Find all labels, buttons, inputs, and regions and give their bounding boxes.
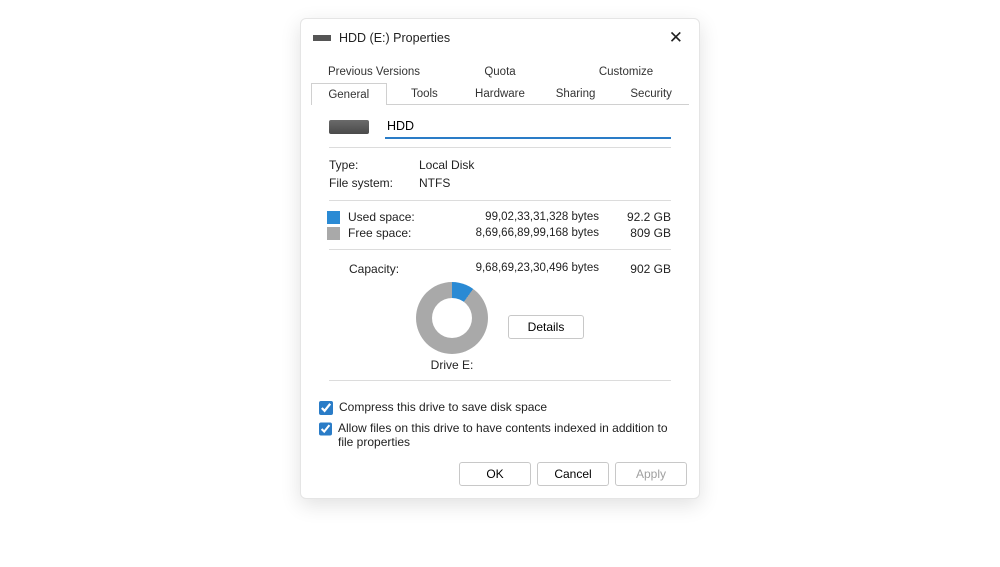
tab-customize[interactable]: Customize [563, 60, 689, 82]
tab-tools[interactable]: Tools [387, 82, 463, 104]
fs-label: File system: [329, 176, 419, 190]
tab-quota[interactable]: Quota [437, 60, 563, 82]
filesystem-row: File system: NTFS [329, 174, 671, 192]
compress-checkbox[interactable] [319, 401, 333, 415]
used-swatch-icon [327, 211, 340, 224]
capacity-label: Capacity: [329, 262, 429, 276]
type-value: Local Disk [419, 158, 671, 172]
tab-hardware[interactable]: Hardware [462, 82, 538, 104]
cancel-button[interactable]: Cancel [537, 462, 609, 486]
details-button[interactable]: Details [508, 315, 584, 339]
usage-donut-chart [416, 282, 488, 354]
free-space-row: Free space: 8,69,66,89,99,168 bytes 809 … [329, 225, 671, 241]
drive-icon [313, 35, 331, 41]
drive-image-icon [329, 120, 369, 134]
used-human: 92.2 GB [617, 210, 671, 224]
tab-sharing[interactable]: Sharing [538, 82, 614, 104]
tab-general[interactable]: General [311, 83, 387, 105]
index-checkbox-row[interactable]: Allow files on this drive to have conten… [319, 418, 681, 452]
type-row: Type: Local Disk [329, 156, 671, 174]
free-label: Free space: [348, 226, 436, 240]
used-label: Used space: [348, 210, 436, 224]
capacity-bytes: 9,68,69,23,30,496 bytes [429, 262, 617, 276]
ok-button[interactable]: OK [459, 462, 531, 486]
close-icon[interactable]: ✕ [663, 27, 689, 48]
capacity-human: 902 GB [617, 262, 671, 276]
tabs: Previous Versions Quota Customize Genera… [311, 60, 689, 105]
drive-letter-label: Drive E: [431, 358, 474, 372]
window-title: HDD (E:) Properties [339, 31, 663, 45]
type-label: Type: [329, 158, 419, 172]
free-swatch-icon [327, 227, 340, 240]
used-bytes: 99,02,33,31,328 bytes [436, 211, 617, 223]
capacity-row: Capacity: 9,68,69,23,30,496 bytes 902 GB [329, 258, 671, 278]
titlebar: HDD (E:) Properties ✕ [301, 19, 699, 54]
compress-checkbox-row[interactable]: Compress this drive to save disk space [319, 397, 681, 418]
index-label: Allow files on this drive to have conten… [338, 421, 681, 449]
free-bytes: 8,69,66,89,99,168 bytes [436, 227, 617, 239]
dialog-footer: OK Cancel Apply [301, 452, 699, 498]
index-checkbox[interactable] [319, 422, 332, 436]
drive-name-input[interactable] [385, 115, 671, 139]
used-space-row: Used space: 99,02,33,31,328 bytes 92.2 G… [329, 209, 671, 225]
tab-previous-versions[interactable]: Previous Versions [311, 60, 437, 82]
tab-security[interactable]: Security [613, 82, 689, 104]
free-human: 809 GB [617, 226, 671, 240]
fs-value: NTFS [419, 176, 671, 190]
properties-dialog: HDD (E:) Properties ✕ Previous Versions … [300, 18, 700, 499]
apply-button[interactable]: Apply [615, 462, 687, 486]
compress-label: Compress this drive to save disk space [339, 400, 547, 414]
